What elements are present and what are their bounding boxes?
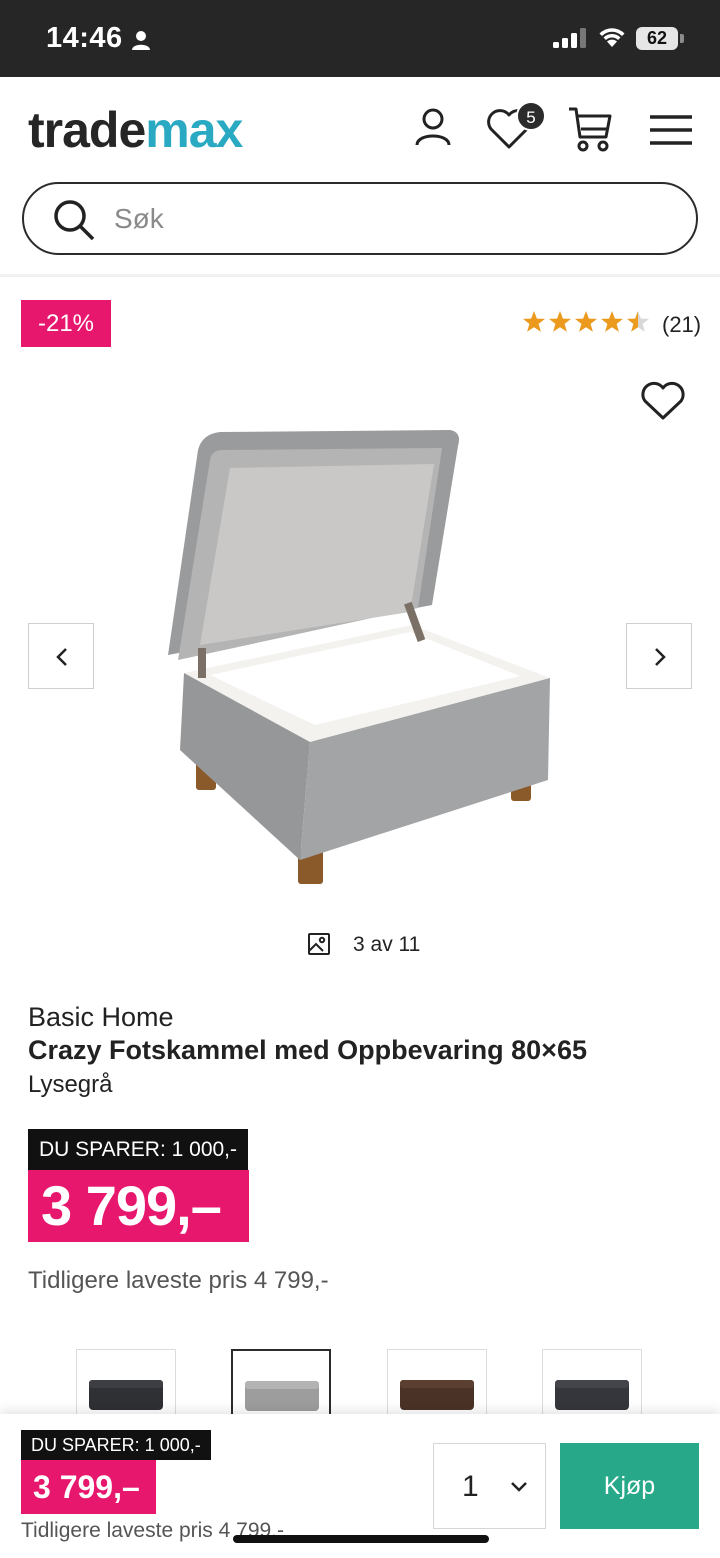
site-header: trademax 5	[0, 77, 720, 277]
gallery-next-button[interactable]	[626, 623, 692, 689]
cellular-signal-icon	[553, 28, 587, 53]
search-icon	[52, 198, 96, 247]
review-count: (21)	[662, 312, 702, 337]
sticky-price: 3 799,–	[21, 1460, 156, 1514]
favorite-heart-icon[interactable]	[640, 380, 686, 427]
person-icon	[131, 30, 151, 55]
discount-badge: -21%	[21, 300, 111, 347]
savings-tag: DU SPARER: 1 000,-	[28, 1129, 249, 1170]
chevron-down-icon	[510, 1480, 528, 1498]
image-icon	[307, 933, 331, 960]
variant-thumbnail-brown[interactable]	[387, 1349, 487, 1415]
wishlist-count-badge: 5	[516, 101, 546, 131]
cart-icon[interactable]	[567, 105, 613, 158]
image-counter: 3 av 11	[307, 932, 420, 962]
variant-thumbnail-anthracite[interactable]	[542, 1349, 642, 1415]
gallery-prev-button[interactable]	[28, 623, 94, 689]
color-variant-thumbnails	[0, 1349, 720, 1415]
status-time: 14:46	[46, 22, 123, 54]
variant-thumbnail-dark-grey[interactable]	[76, 1349, 176, 1415]
battery-icon: 62	[636, 27, 678, 50]
quantity-value: 1	[462, 1470, 479, 1503]
product-variant: Lysegrå	[28, 1071, 113, 1098]
variant-thumbnail-light-grey[interactable]	[231, 1349, 331, 1415]
trademax-logo[interactable]: trademax	[28, 101, 243, 159]
home-indicator[interactable]	[233, 1535, 489, 1543]
wifi-icon	[598, 26, 626, 53]
status-bar: 14:46 62	[0, 0, 720, 77]
search-bar[interactable]	[22, 182, 698, 255]
rating-stars-icon	[522, 309, 650, 340]
product-price: 3 799,–	[28, 1170, 249, 1242]
hamburger-menu-icon[interactable]	[650, 115, 692, 150]
quantity-select[interactable]: 1	[433, 1443, 546, 1529]
account-icon[interactable]	[414, 107, 452, 152]
buy-button[interactable]: Kjøp	[560, 1443, 699, 1529]
sticky-savings-tag: DU SPARER: 1 000,-	[21, 1430, 211, 1460]
previous-lowest-price: Tidligere laveste pris 4 799,-	[28, 1267, 329, 1294]
search-input[interactable]	[114, 198, 674, 240]
battery-tip	[680, 34, 684, 43]
image-counter-text: 3 av 11	[353, 933, 421, 956]
product-title: Crazy Fotskammel med Oppbevaring 80×65	[28, 1035, 587, 1065]
product-image[interactable]	[150, 420, 570, 895]
product-brand[interactable]: Basic Home	[28, 1002, 174, 1033]
